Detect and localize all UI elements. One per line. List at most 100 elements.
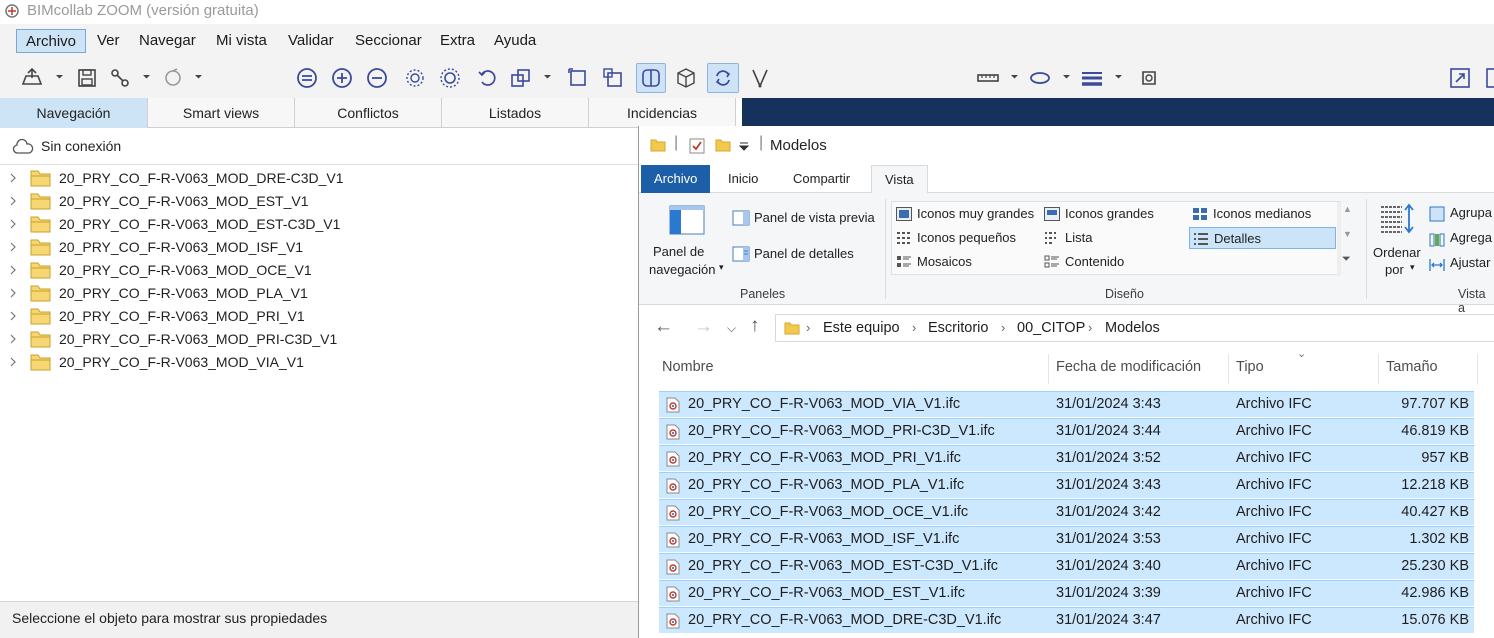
tree-item[interactable]: 20_PRY_CO_F-R-V063_MOD_ISF_V1 [0, 236, 640, 259]
menu-ayuda[interactable]: Ayuda [485, 29, 545, 53]
chevron-down-icon[interactable] [194, 72, 203, 81]
breadcrumb-escritorio[interactable]: Escritorio [928, 320, 988, 336]
file-row[interactable]: 20_PRY_CO_F-R-V063_MOD_EST_V1.ifc 31/01/2… [659, 580, 1474, 606]
tree-item[interactable]: 20_PRY_CO_F-R-V063_MOD_EST-C3D_V1 [0, 213, 640, 236]
menu-extra[interactable]: Extra [431, 29, 484, 53]
menu-navegar[interactable]: Navegar [130, 29, 205, 53]
link-icon[interactable] [108, 66, 132, 90]
orbit-icon[interactable] [403, 66, 427, 90]
tree-item[interactable]: 20_PRY_CO_F-R-V063_MOD_VIA_V1 [0, 351, 640, 374]
expand-chevron-icon[interactable] [9, 219, 17, 229]
chevron-down-icon[interactable] [1010, 72, 1019, 81]
column-tamano[interactable]: Tamaño [1386, 359, 1438, 375]
file-row[interactable]: 20_PRY_CO_F-R-V063_MOD_EST-C3D_V1.ifc 31/… [659, 553, 1474, 579]
chevron-down-icon[interactable] [142, 72, 151, 81]
navigation-pane-button[interactable]: Panel de navegación ▾ [647, 199, 727, 283]
tab-navegacion[interactable]: Navegación [0, 98, 148, 128]
layout-medium-icons[interactable]: Iconos medianos [1189, 203, 1336, 225]
line-weight-icon[interactable] [1080, 66, 1104, 90]
expand-chevron-icon[interactable] [9, 265, 17, 275]
layout-large-icons[interactable]: Iconos grandes [1041, 203, 1186, 225]
gallery-scrollbar[interactable] [1337, 202, 1341, 276]
menu-mi-vista[interactable]: Mi vista [207, 29, 276, 53]
menu-seccionar[interactable]: Seccionar [346, 29, 431, 53]
tab-conflictos[interactable]: Conflictos [295, 98, 442, 128]
window-icon[interactable] [1484, 66, 1494, 90]
column-tipo[interactable]: Tipo [1236, 359, 1264, 375]
breadcrumb-chevron-icon[interactable]: › [806, 320, 810, 335]
cube-icon[interactable] [674, 66, 698, 90]
chevron-down-icon[interactable] [1062, 72, 1071, 81]
new-folder-icon[interactable] [715, 137, 731, 153]
expand-chevron-icon[interactable] [9, 334, 17, 344]
file-row[interactable]: 20_PRY_CO_F-R-V063_MOD_ISF_V1.ifc 31/01/2… [659, 526, 1474, 552]
file-row[interactable]: 20_PRY_CO_F-R-V063_MOD_PRI_V1.ifc 31/01/2… [659, 445, 1474, 471]
open-model-icon[interactable] [20, 66, 44, 90]
ribbon-tab-compartir[interactable]: Compartir [780, 165, 863, 193]
column-separator[interactable] [1378, 354, 1379, 384]
ruler-icon[interactable] [976, 66, 1000, 90]
menu-validar[interactable]: Validar [279, 29, 343, 53]
tree-item[interactable]: 20_PRY_CO_F-R-V063_MOD_PRI_V1 [0, 305, 640, 328]
breadcrumb-modelos[interactable]: Modelos [1105, 320, 1160, 336]
column-separator[interactable] [1048, 354, 1049, 384]
snapshot-icon[interactable] [1137, 66, 1161, 90]
breadcrumb-00-citop[interactable]: 00_CITOP [1017, 320, 1085, 336]
back-arrow-icon[interactable]: ← [654, 316, 673, 338]
select-window-icon[interactable] [601, 66, 625, 90]
menu-archivo[interactable]: Archivo [16, 29, 87, 53]
layout-content[interactable]: Contenido [1041, 251, 1186, 273]
ribbon-tab-inicio[interactable]: Inicio [715, 165, 771, 193]
file-row[interactable]: 20_PRY_CO_F-R-V063_MOD_PRI-C3D_V1.ifc 31/… [659, 418, 1474, 444]
file-row[interactable]: 20_PRY_CO_F-R-V063_MOD_VIA_V1.ifc 31/01/2… [659, 391, 1474, 417]
layout-small-icons[interactable]: Iconos pequeños [893, 227, 1038, 249]
file-row[interactable]: 20_PRY_CO_F-R-V063_MOD_PLA_V1.ifc 31/01/2… [659, 472, 1474, 498]
tab-incidencias[interactable]: Incidencias [589, 98, 736, 128]
expand-chevron-icon[interactable] [9, 288, 17, 298]
ribbon-tab-archivo[interactable]: Archivo [641, 165, 711, 193]
tab-listados[interactable]: Listados [442, 98, 589, 128]
breadcrumb-este-equipo[interactable]: Este equipo [823, 320, 900, 336]
section-view-icon[interactable] [636, 63, 666, 93]
chevron-down-icon[interactable] [543, 72, 552, 81]
layout-tiles[interactable]: Mosaicos [893, 251, 1038, 273]
file-row[interactable]: 20_PRY_CO_F-R-V063_MOD_DRE-C3D_V1.ifc 31/… [659, 607, 1474, 633]
expand-chevron-icon[interactable] [9, 196, 17, 206]
zoom-out-icon[interactable] [365, 66, 389, 90]
chevron-down-icon[interactable] [739, 141, 749, 151]
expand-chevron-icon[interactable] [9, 242, 17, 252]
tree-item[interactable]: 20_PRY_CO_F-R-V063_MOD_PLA_V1 [0, 282, 640, 305]
forward-arrow-icon[interactable]: → [694, 316, 713, 338]
save-icon[interactable] [75, 66, 99, 90]
breadcrumb-chevron-icon[interactable]: › [1088, 320, 1092, 335]
file-row[interactable]: 20_PRY_CO_F-R-V063_MOD_OCE_V1.ifc 31/01/2… [659, 499, 1474, 525]
expand-chevron-icon[interactable] [9, 357, 17, 367]
tab-smart-views[interactable]: Smart views [148, 98, 295, 128]
layout-extra-large-icons[interactable]: Iconos muy grandes [893, 203, 1038, 225]
breadcrumb-chevron-icon[interactable]: › [1001, 320, 1005, 335]
recent-locations-icon[interactable]: ⌵ [727, 321, 736, 336]
column-separator[interactable] [1477, 354, 1478, 384]
scroll-down-icon[interactable]: ▼ [1343, 229, 1352, 239]
layout-details[interactable]: Detalles [1189, 227, 1336, 249]
chevron-down-icon[interactable] [1114, 72, 1123, 81]
scroll-up-icon[interactable]: ▲ [1343, 204, 1352, 214]
refresh-icon[interactable] [707, 63, 739, 93]
sync-icon[interactable] [161, 66, 185, 90]
measure-angle-icon[interactable] [748, 66, 772, 90]
address-bar[interactable]: › Este equipo › Escritorio › 00_CITOP › … [775, 314, 1494, 342]
zoom-in-icon[interactable] [330, 66, 354, 90]
layout-list[interactable]: Lista [1041, 227, 1186, 249]
tree-item[interactable]: 20_PRY_CO_F-R-V063_MOD_EST_V1 [0, 190, 640, 213]
properties-icon[interactable] [689, 138, 705, 154]
views-icon[interactable] [509, 66, 533, 90]
ribbon-tab-vista[interactable]: Vista [871, 165, 928, 194]
ellipse-icon[interactable] [1028, 66, 1052, 90]
menu-ver[interactable]: Ver [88, 29, 129, 53]
column-nombre[interactable]: Nombre [662, 359, 714, 375]
tree-item[interactable]: 20_PRY_CO_F-R-V063_MOD_PRI-C3D_V1 [0, 328, 640, 351]
undo-view-icon[interactable] [476, 66, 500, 90]
breadcrumb-chevron-icon[interactable]: › [912, 320, 916, 335]
column-fecha[interactable]: Fecha de modificación [1056, 359, 1201, 375]
sort-by-button[interactable]: Ordenar por ▾ [1370, 201, 1424, 281]
